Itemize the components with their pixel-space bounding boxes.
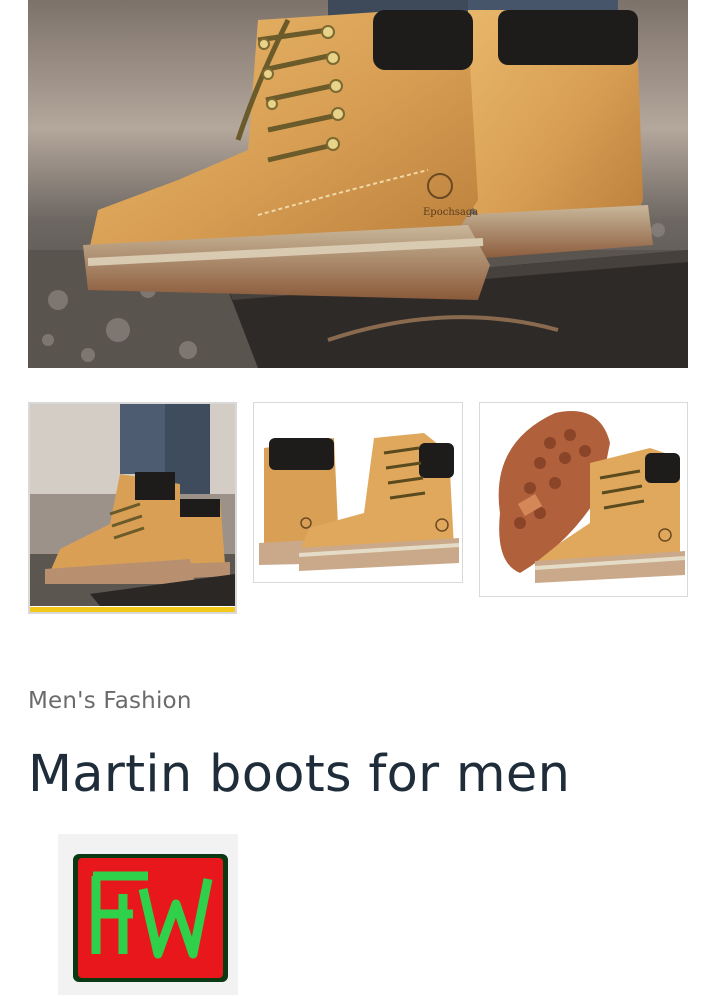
boot-thumbnail-2-icon	[254, 403, 462, 582]
fw-logo-icon	[58, 834, 238, 995]
thumbnail-1[interactable]	[28, 402, 237, 614]
product-category[interactable]: Men's Fashion	[28, 688, 192, 714]
thumbnail-3[interactable]	[479, 402, 688, 597]
thumbnail-2[interactable]	[253, 402, 463, 583]
boot-photo-icon: Epochsaga	[28, 0, 688, 368]
boot-thumbnail-1-icon	[30, 404, 235, 606]
product-title: Martin boots for men	[28, 745, 571, 804]
boot-brand-text: Epochsaga	[423, 207, 478, 218]
vendor-logo[interactable]	[58, 834, 238, 995]
boot-thumbnail-3-icon	[480, 403, 687, 596]
main-product-image[interactable]: Epochsaga	[28, 0, 688, 368]
active-thumbnail-indicator	[30, 607, 235, 612]
